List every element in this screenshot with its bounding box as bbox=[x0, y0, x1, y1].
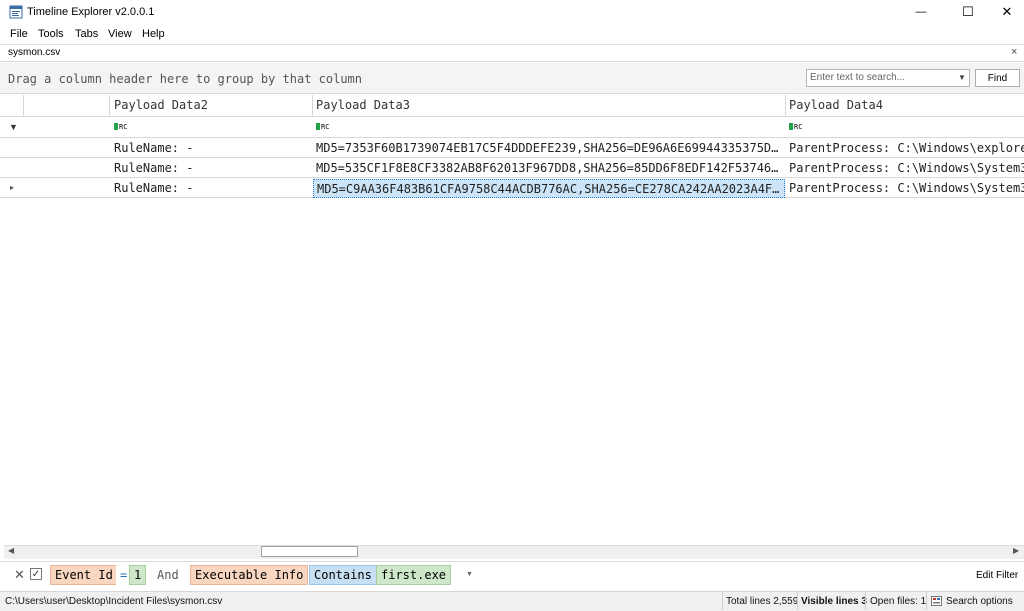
search-dropdown-icon[interactable]: ▼ bbox=[958, 73, 966, 82]
status-visible-lines: Visible lines 3 bbox=[801, 596, 867, 607]
tab-close-icon[interactable]: × bbox=[1011, 46, 1017, 58]
status-file-path: C:\Users\user\Desktop\Incident Files\sys… bbox=[5, 596, 223, 607]
auto-filter-row bbox=[0, 117, 1024, 138]
cell-payload-data2[interactable]: RuleName: - bbox=[114, 141, 309, 155]
filter-value-event-id[interactable]: 1 bbox=[129, 565, 147, 585]
app-icon bbox=[9, 5, 23, 19]
menu-view[interactable]: View bbox=[108, 28, 132, 40]
menu-tools[interactable]: Tools bbox=[38, 28, 64, 40]
status-open-files: Open files: 1 bbox=[870, 596, 927, 607]
search-options-button[interactable]: Search options bbox=[946, 596, 1013, 607]
search-input[interactable]: Enter text to search... bbox=[806, 69, 970, 87]
status-separator bbox=[797, 592, 798, 610]
filter-value-executable-info[interactable]: first.exe bbox=[376, 565, 452, 585]
clear-filter-icon[interactable]: ✕ bbox=[14, 567, 25, 583]
cell-payload-data4[interactable]: ParentProcess: C:\Windows\System3 bbox=[789, 181, 1024, 195]
status-separator bbox=[865, 592, 866, 610]
filter-field-event-id[interactable]: Event Id bbox=[50, 565, 118, 585]
horizontal-scrollbar[interactable] bbox=[4, 545, 1024, 559]
minimize-icon: — bbox=[915, 6, 927, 18]
minimize-button[interactable]: — bbox=[898, 0, 944, 24]
filter-joiner-and[interactable]: And bbox=[153, 565, 183, 585]
filter-condition-icon[interactable]: RC bbox=[789, 123, 802, 131]
filter-enabled-checkbox[interactable]: ✓ bbox=[30, 568, 42, 580]
menu-tabs[interactable]: Tabs bbox=[75, 28, 98, 40]
menu-help[interactable]: Help bbox=[142, 28, 165, 40]
scrollbar-thumb[interactable] bbox=[261, 546, 358, 557]
filter-condition-icon[interactable]: RC bbox=[316, 123, 329, 131]
group-panel-hint: Drag a column header here to group by th… bbox=[8, 72, 363, 86]
status-separator bbox=[722, 592, 723, 610]
cell-payload-data3[interactable]: MD5=535CF1F8E8CF3382AB8F62013F967DD8,SHA… bbox=[316, 161, 783, 175]
maximize-icon: ☐ bbox=[962, 4, 974, 19]
filter-field-executable-info[interactable]: Executable Info bbox=[190, 565, 309, 585]
cell-payload-data4[interactable]: ParentProcess: C:\Windows\explore bbox=[789, 141, 1024, 155]
tab-strip bbox=[0, 44, 1024, 62]
window-title: Timeline Explorer v2.0.0.1 bbox=[27, 6, 155, 18]
tab-sysmon[interactable]: sysmon.csv bbox=[8, 47, 60, 58]
cell-payload-data4[interactable]: ParentProcess: C:\Windows\System3 bbox=[789, 161, 1024, 175]
current-row-indicator-icon: ▸ bbox=[10, 183, 15, 192]
edit-filter-button[interactable]: Edit Filter bbox=[976, 570, 1018, 581]
filter-condition-icon[interactable]: RC bbox=[114, 123, 127, 131]
menu-file[interactable]: File bbox=[10, 28, 28, 40]
close-icon: ✕ bbox=[1001, 4, 1013, 19]
status-separator bbox=[926, 592, 927, 610]
column-header-payload-data2[interactable]: Payload Data2 bbox=[114, 98, 208, 112]
selected-cell-payload-data3[interactable]: MD5=C9AA36F483B61CFA9758C44ACDB776AC,SHA… bbox=[313, 179, 785, 198]
cell-payload-data3[interactable]: MD5=7353F60B1739074EB17C5F4DDDEFE239,SHA… bbox=[316, 141, 783, 155]
search-options-icon[interactable] bbox=[931, 595, 942, 606]
cell-payload-data2[interactable]: RuleName: - bbox=[114, 181, 309, 195]
scroll-right-icon[interactable]: ▶ bbox=[1013, 546, 1019, 555]
status-total-lines: Total lines 2,559 bbox=[726, 596, 799, 607]
close-window-button[interactable]: ✕ bbox=[984, 0, 1024, 24]
filter-operator-contains[interactable]: Contains bbox=[309, 565, 377, 585]
cell-payload-data2[interactable]: RuleName: - bbox=[114, 161, 309, 175]
scroll-left-icon[interactable]: ◀ bbox=[8, 546, 14, 555]
find-button[interactable]: Find bbox=[975, 69, 1020, 87]
column-header-payload-data4[interactable]: Payload Data4 bbox=[789, 98, 883, 112]
column-header-payload-data3[interactable]: Payload Data3 bbox=[316, 98, 410, 112]
filter-funnel-icon[interactable]: ▼ bbox=[9, 122, 18, 132]
filter-dropdown-icon[interactable]: ▼ bbox=[466, 571, 473, 578]
